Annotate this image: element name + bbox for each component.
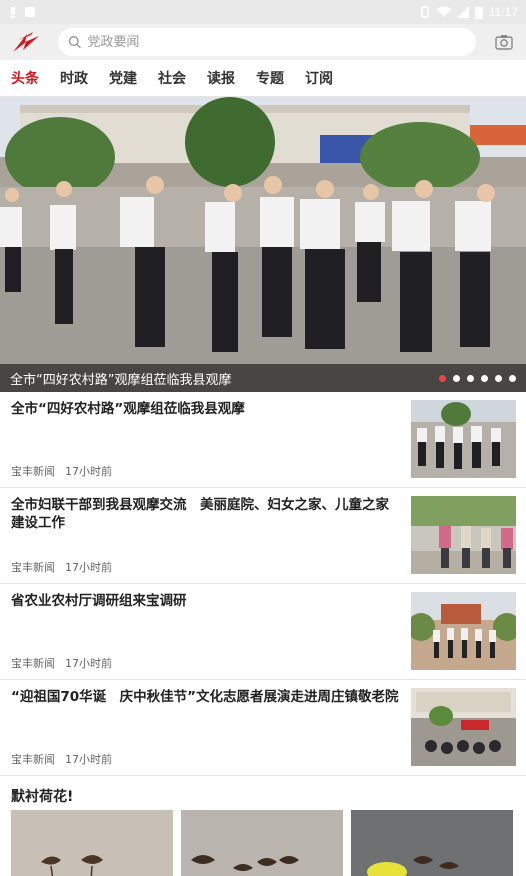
vibrate-icon: [421, 6, 429, 18]
news-meta: 宝丰新闻 17小时前: [11, 655, 399, 671]
hero-image: [0, 97, 526, 392]
section-title: 默衬荷花!: [11, 789, 74, 805]
camera-icon: [495, 35, 513, 50]
news-meta: 宝丰新闻 17小时前: [11, 559, 399, 575]
status-right: 11:17: [419, 5, 518, 19]
status-time: 11:17: [488, 5, 518, 19]
tab-party-building[interactable]: 党建: [109, 68, 137, 88]
carousel-indicators: [439, 374, 516, 382]
news-meta: 宝丰新闻 17小时前: [11, 751, 399, 767]
category-tabs: 头条 时政 党建 社会 读报 专题 订阅: [0, 60, 526, 97]
news-source: 宝丰新闻: [11, 753, 55, 766]
wifi-icon: [436, 6, 451, 17]
gallery-image[interactable]: [181, 810, 343, 876]
news-item[interactable]: “迎祖国70华诞 庆中秋佳节”文化志愿者展演走进周庄镇敬老院 宝丰新闻 17小时…: [0, 680, 526, 776]
news-text: 省农业农村厅调研组来宝调研 宝丰新闻 17小时前: [11, 592, 411, 671]
carousel-dot[interactable]: [467, 374, 474, 382]
news-title: 全市“四好农村路”观摩组莅临我县观摩: [11, 401, 245, 417]
camera-button[interactable]: [490, 28, 518, 56]
carousel-dot[interactable]: [453, 374, 460, 382]
news-item[interactable]: 全市“四好农村路”观摩组莅临我县观摩 宝丰新闻 17小时前: [0, 392, 526, 488]
news-title: “迎祖国70华诞 庆中秋佳节”文化志愿者展演走进周庄镇敬老院: [11, 689, 399, 705]
tab-newspaper[interactable]: 读报: [207, 68, 235, 88]
tab-topics[interactable]: 专题: [256, 68, 284, 88]
notification-icon: [11, 7, 15, 18]
carousel-dot[interactable]: [481, 374, 488, 382]
news-source: 宝丰新闻: [11, 561, 55, 574]
news-source: 宝丰新闻: [11, 465, 55, 478]
search-input[interactable]: [87, 34, 466, 50]
gallery-image[interactable]: [11, 810, 173, 876]
news-time: 17小时前: [65, 465, 112, 478]
news-title: 全市妇联干部到我县观摩交流 美丽庭院、妇女之家、儿童之家建设工作: [11, 497, 389, 531]
news-source: 宝丰新闻: [11, 657, 55, 670]
hero-carousel[interactable]: 全市“四好农村路”观摩组莅临我县观摩: [0, 97, 526, 392]
news-meta: 宝丰新闻 17小时前: [11, 463, 399, 479]
carousel-dot[interactable]: [495, 374, 502, 382]
news-thumbnail: [411, 496, 516, 574]
carousel-dot[interactable]: [509, 374, 516, 382]
hero-caption-bar: 全市“四好农村路”观摩组莅临我县观摩: [0, 364, 526, 392]
news-time: 17小时前: [65, 657, 112, 670]
news-title: 省农业农村厅调研组来宝调研: [11, 593, 187, 609]
app-header: [0, 24, 526, 60]
tab-society[interactable]: 社会: [158, 68, 186, 88]
app-logo[interactable]: [10, 28, 42, 56]
battery-icon: [474, 6, 483, 19]
news-item[interactable]: 省农业农村厅调研组来宝调研 宝丰新闻 17小时前: [0, 584, 526, 680]
search-bar[interactable]: [58, 28, 476, 56]
hero-caption: 全市“四好农村路”观摩组莅临我县观摩: [10, 372, 232, 388]
status-left: [8, 6, 36, 18]
tab-headlines[interactable]: 头条: [11, 68, 39, 88]
news-thumbnail: [411, 688, 516, 766]
gallery-image[interactable]: [351, 810, 513, 876]
status-bar: 11:17: [0, 0, 526, 24]
news-item[interactable]: 全市妇联干部到我县观摩交流 美丽庭院、妇女之家、儿童之家建设工作 宝丰新闻 17…: [0, 488, 526, 584]
tab-politics[interactable]: 时政: [60, 68, 88, 88]
news-text: 全市妇联干部到我县观摩交流 美丽庭院、妇女之家、儿童之家建设工作 宝丰新闻 17…: [11, 496, 411, 575]
news-thumbnail: [411, 400, 516, 478]
tab-subscribe[interactable]: 订阅: [305, 68, 333, 88]
news-time: 17小时前: [65, 561, 112, 574]
news-time: 17小时前: [65, 753, 112, 766]
news-text: 全市“四好农村路”观摩组莅临我县观摩 宝丰新闻 17小时前: [11, 400, 411, 479]
app-notification-icon: [25, 7, 35, 17]
signal-icon: [456, 6, 469, 18]
news-text: “迎祖国70华诞 庆中秋佳节”文化志愿者展演走进周庄镇敬老院 宝丰新闻 17小时…: [11, 688, 411, 767]
search-icon: [68, 36, 81, 49]
news-list: 全市“四好农村路”观摩组莅临我县观摩 宝丰新闻 17小时前 全市妇联干部到我县观…: [0, 392, 526, 776]
image-gallery: [0, 810, 526, 876]
carousel-dot[interactable]: [439, 374, 446, 382]
news-thumbnail: [411, 592, 516, 670]
